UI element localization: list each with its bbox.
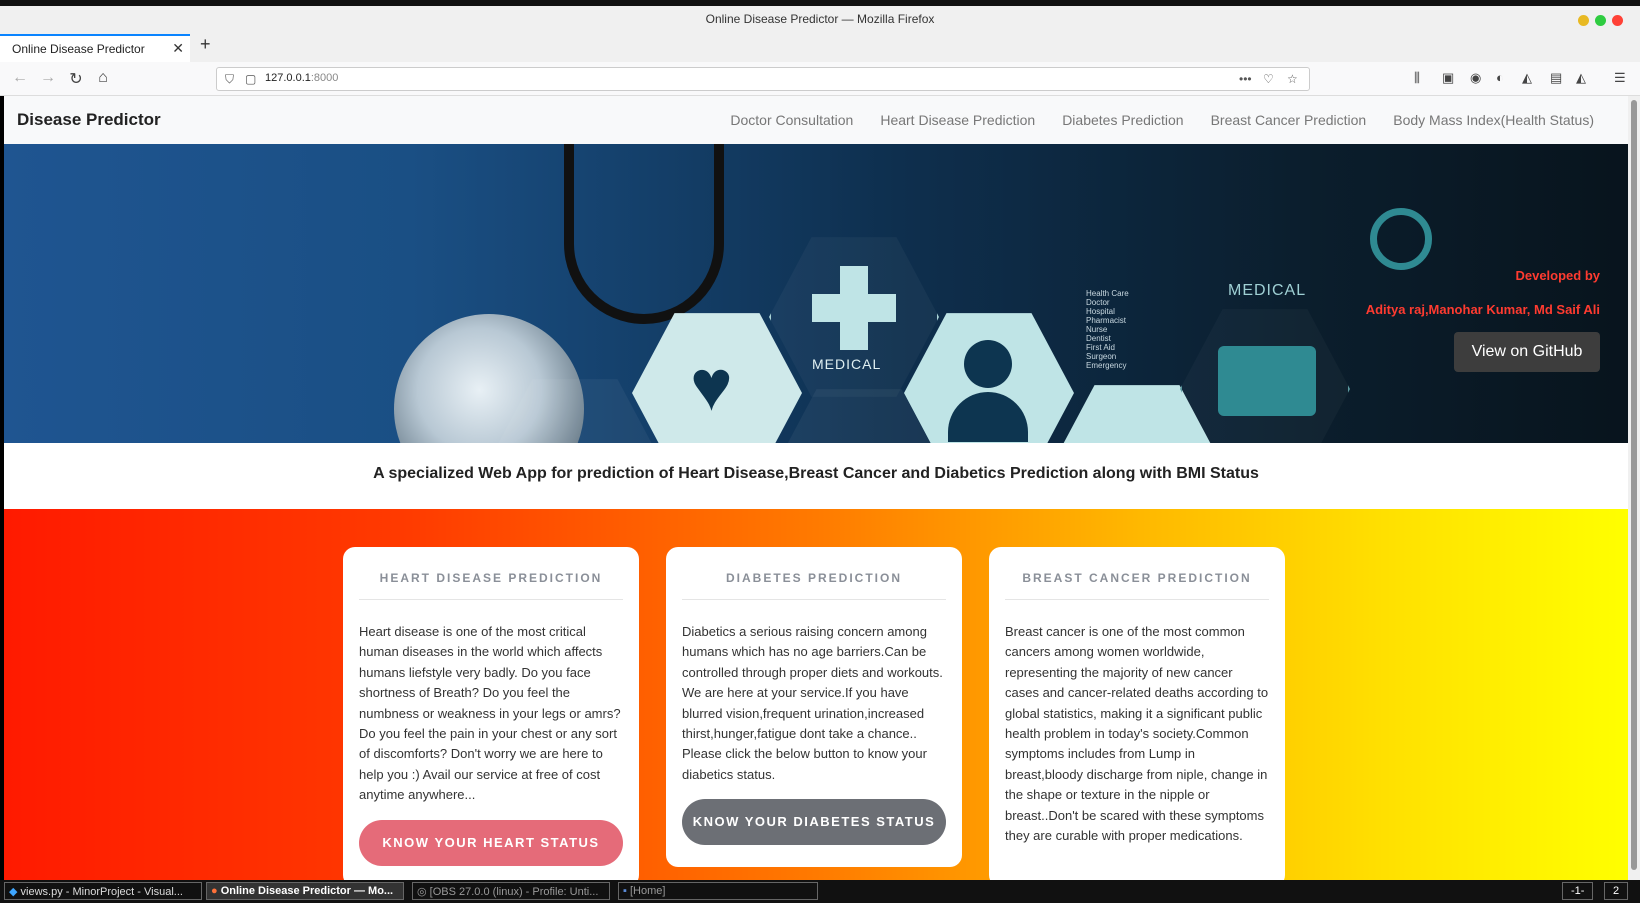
vscode-icon: ◆ xyxy=(9,886,18,898)
card-title: DIABETES PREDICTION xyxy=(682,571,946,600)
workspace-2[interactable]: 2 xyxy=(1604,882,1629,900)
forward-icon[interactable]: → xyxy=(38,69,58,87)
card-description: Breast cancer is one of the most common … xyxy=(1005,624,1269,844)
taskbar-item-obs[interactable]: ◎ [OBS 27.0.0 (linux) - Profile: Unti... xyxy=(412,882,610,900)
site-brand[interactable]: Disease Predictor xyxy=(17,110,161,130)
reload-icon[interactable]: ↻ xyxy=(66,69,86,89)
bookmark-star-icon[interactable]: ☆ xyxy=(1287,72,1298,86)
taskbar-item-home[interactable]: ▪ [Home] xyxy=(618,882,818,900)
tab-title: Online Disease Predictor xyxy=(12,42,145,56)
authors-text: Aditya raj,Manohar Kumar, Md Saif Ali xyxy=(1365,302,1600,317)
address-bar[interactable]: ⛉ ▢ 127.0.0.1:8000 ••• ♡ ☆ xyxy=(216,67,1310,91)
diabetes-card: DIABETES PREDICTION Diabetics a serious … xyxy=(666,547,962,867)
medical-label: MEDICAL xyxy=(812,356,882,372)
taskbar-item-vscode[interactable]: ◆ views.py - MinorProject - Visual... xyxy=(4,882,202,900)
window-titlebar: Online Disease Predictor — Mozilla Firef… xyxy=(0,0,1640,32)
card-description: Diabetics a serious raising concern amon… xyxy=(682,624,943,782)
back-icon[interactable]: ← xyxy=(10,69,30,87)
medical-label-2: MEDICAL xyxy=(1228,282,1307,299)
tagline-section: A specialized Web App for prediction of … xyxy=(4,443,1628,509)
heart-disease-card: HEART DISEASE PREDICTION Heart disease i… xyxy=(343,547,639,880)
maximize-icon[interactable] xyxy=(1595,15,1606,26)
menu-icon[interactable]: ☰ xyxy=(1614,70,1626,86)
browser-tab[interactable]: Online Disease Predictor ✕ xyxy=(0,34,190,62)
medkit-icon xyxy=(1218,346,1316,416)
tagline-text: A specialized Web App for prediction of … xyxy=(373,465,1259,482)
doctor-person-icon xyxy=(964,340,1012,388)
nav-link-bmi[interactable]: Body Mass Index(Health Status) xyxy=(1393,112,1594,128)
breast-cancer-card: BREAST CANCER PREDICTION Breast cancer i… xyxy=(989,547,1285,880)
medical-cross-icon xyxy=(812,266,896,350)
window-title: Online Disease Predictor — Mozilla Firef… xyxy=(705,12,935,26)
library-icon[interactable]: ⫼ xyxy=(1414,70,1420,86)
workspace-1[interactable]: -1- xyxy=(1562,882,1594,900)
nav-link-diabetes[interactable]: Diabetes Prediction xyxy=(1062,112,1183,128)
minimize-icon[interactable] xyxy=(1578,15,1589,26)
url-text: 127.0.0.1:8000 xyxy=(265,72,339,84)
scrollbar-thumb[interactable] xyxy=(1631,100,1637,870)
hero-banner: ♥ MEDICAL MEDICAL Health Care Doctor Hos… xyxy=(4,144,1628,443)
extension-icon-4[interactable]: ▤ xyxy=(1550,70,1562,86)
more-actions-icon[interactable]: ••• xyxy=(1239,72,1252,86)
developed-by-label: Developed by xyxy=(1515,268,1600,283)
extension-icon-1[interactable]: ◉ xyxy=(1470,70,1481,86)
site-navbar: Disease Predictor Doctor Consultation He… xyxy=(4,96,1628,144)
extension-icon-2[interactable]: ◐ xyxy=(1496,70,1504,85)
card-title: HEART DISEASE PREDICTION xyxy=(359,571,623,600)
os-taskbar: ◆ views.py - MinorProject - Visual... ● … xyxy=(0,880,1640,903)
close-tab-icon[interactable]: ✕ xyxy=(172,40,184,57)
card-description: Heart disease is one of the most critica… xyxy=(359,624,621,803)
nav-link-breast-cancer[interactable]: Breast Cancer Prediction xyxy=(1211,112,1367,128)
tab-bar: Online Disease Predictor ✕ xyxy=(0,32,1640,62)
heart-icon: ♥ xyxy=(690,346,733,426)
obs-icon: ◎ xyxy=(417,886,427,898)
sidebar-icon[interactable]: ▣ xyxy=(1442,70,1454,86)
pocket-icon[interactable]: ♡ xyxy=(1263,72,1274,86)
extension-icon-5[interactable]: ◭ xyxy=(1576,70,1586,86)
home-icon[interactable]: ⌂ xyxy=(93,69,113,87)
nav-link-doctor-consultation[interactable]: Doctor Consultation xyxy=(730,112,853,128)
close-window-icon[interactable] xyxy=(1612,15,1623,26)
browser-toolbar: ← → ↻ ⌂ ⛉ ▢ 127.0.0.1:8000 ••• ♡ ☆ ⫼ ▣ ◉… xyxy=(0,62,1640,96)
view-on-github-button[interactable]: View on GitHub xyxy=(1454,332,1600,372)
site-nav-links: Doctor Consultation Heart Disease Predic… xyxy=(730,112,1594,128)
cards-section: HEART DISEASE PREDICTION Heart disease i… xyxy=(4,509,1628,880)
know-diabetes-status-button[interactable]: KNOW YOUR DIABETES STATUS xyxy=(682,799,946,846)
nav-link-heart-disease[interactable]: Heart Disease Prediction xyxy=(880,112,1035,128)
card-title: BREAST CANCER PREDICTION xyxy=(1005,571,1269,600)
page-viewport: Disease Predictor Doctor Consultation He… xyxy=(4,96,1628,880)
new-tab-button[interactable]: + xyxy=(200,34,211,54)
stethoscope-ring-icon xyxy=(1370,208,1432,270)
folder-icon: ▪ xyxy=(623,885,627,897)
page-icon: ▢ xyxy=(245,72,257,86)
services-list: Health Care Doctor Hospital Pharmacist N… xyxy=(1086,289,1129,370)
shield-icon[interactable]: ⛉ xyxy=(225,72,234,87)
know-heart-status-button[interactable]: KNOW YOUR HEART STATUS xyxy=(359,819,623,866)
extension-icon-3[interactable]: ◭ xyxy=(1522,70,1532,86)
page-scrollbar[interactable] xyxy=(1628,96,1640,880)
taskbar-item-firefox[interactable]: ● Online Disease Predictor — Mo... xyxy=(206,882,404,900)
stethoscope-tube xyxy=(564,144,724,324)
firefox-icon: ● xyxy=(211,885,218,897)
